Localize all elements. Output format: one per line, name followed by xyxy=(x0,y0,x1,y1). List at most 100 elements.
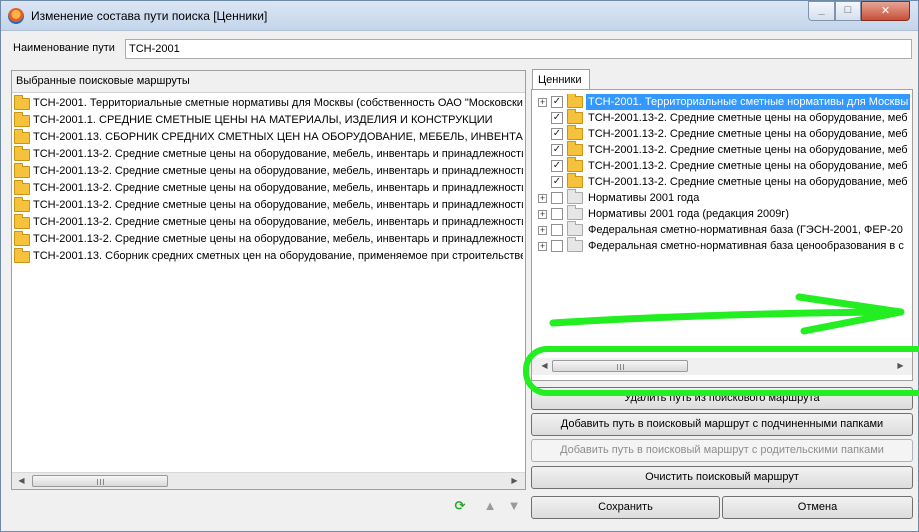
tree-node[interactable]: ✓ ТСН-2001.13-2. Средние сметные цены на … xyxy=(538,109,910,126)
list-item[interactable]: ТСН-2001.13-2. Средние сметные цены на о… xyxy=(14,214,523,231)
list-item[interactable]: ТСН-2001.13-2. Средние сметные цены на о… xyxy=(14,163,523,180)
folder-icon xyxy=(567,141,583,156)
folder-icon xyxy=(567,94,583,108)
refresh-icon[interactable]: ⟳ xyxy=(452,498,468,514)
title-bar[interactable]: Изменение состава пути поиска [Ценники] … xyxy=(1,1,918,31)
tree-node[interactable]: + ✓ ТСН-2001. Территориальные сметные норм… xyxy=(538,94,910,110)
add-path-with-children-button[interactable]: Добавить путь в поисковый маршрут с подч… xyxy=(531,413,913,436)
window-title: Изменение состава пути поиска [Ценники] xyxy=(31,9,268,23)
selected-routes-panel: Выбранные поисковые маршруты ТСН-2001. Т… xyxy=(11,70,526,490)
tree-node-checkbox[interactable]: ✓ xyxy=(551,176,563,188)
tree-node-checkbox[interactable] xyxy=(551,192,563,204)
tree-node-checkbox[interactable]: ✓ xyxy=(551,144,563,156)
save-button[interactable]: Сохранить xyxy=(531,496,720,519)
folder-icon xyxy=(14,112,30,127)
tree-node-label: Федеральная сметно-нормативная база (ГЭС… xyxy=(588,224,903,236)
list-item[interactable]: ТСН-2001.13-2. Средние сметные цены на о… xyxy=(14,231,523,248)
tree-node-checkbox[interactable]: ✓ xyxy=(551,112,563,124)
tree-node-checkbox[interactable] xyxy=(551,240,563,252)
close-button[interactable]: ✕ xyxy=(861,1,910,21)
tab-price-lists[interactable]: Ценники xyxy=(532,69,590,90)
folder-icon xyxy=(14,214,30,229)
list-item[interactable]: ТСН-2001.13. СБОРНИК СРЕДНИХ СМЕТНЫХ ЦЕН… xyxy=(14,129,523,146)
arrow-down-icon[interactable]: ▼ xyxy=(506,498,522,514)
tree-node[interactable]: ✓ ТСН-2001.13-2. Средние сметные цены на … xyxy=(538,141,910,158)
expand-icon[interactable]: + xyxy=(538,193,547,203)
dialog-window: Изменение состава пути поиска [Ценники] … xyxy=(0,0,919,532)
annotation-arrow xyxy=(549,293,905,335)
folder-icon xyxy=(14,248,30,263)
tree-node[interactable]: + Нормативы 2001 года (редакция 2009г) xyxy=(538,205,910,222)
left-scroll-thumb[interactable] xyxy=(32,475,168,487)
list-item-label: ТСН-2001.13-2. Средние сметные цены на о… xyxy=(33,233,523,245)
left-horizontal-scrollbar[interactable]: ◀ ▶ xyxy=(12,472,525,489)
list-item-label: ТСН-2001.1. СРЕДНИЕ СМЕТНЫЕ ЦЕНЫ НА МАТЕ… xyxy=(33,114,493,126)
path-name-input[interactable] xyxy=(125,39,912,59)
tree-node-checkbox[interactable] xyxy=(551,224,563,236)
minimize-icon: _ xyxy=(818,4,825,16)
folder-icon xyxy=(14,231,30,246)
list-item-label: ТСН-2001.13-2. Средние сметные цены на о… xyxy=(33,182,523,194)
arrow-up-icon[interactable]: ▲ xyxy=(482,498,498,514)
tree-node-label: ТСН-2001.13-2. Средние сметные цены на о… xyxy=(588,176,908,188)
folder-icon xyxy=(567,125,583,140)
list-item[interactable]: ТСН-2001.13-2. Средние сметные цены на о… xyxy=(14,180,523,197)
scroll-left-arrow-icon[interactable]: ◀ xyxy=(13,473,30,489)
tree-node[interactable]: ✓ ТСН-2001.13-2. Средние сметные цены на … xyxy=(538,173,910,190)
list-item-label: ТСН-2001.13-2. Средние сметные цены на о… xyxy=(33,216,523,228)
list-item[interactable]: ТСН-2001.13. Сборник средних сметных цен… xyxy=(14,248,523,265)
tree-node[interactable]: ✓ ТСН-2001.13-2. Средние сметные цены на … xyxy=(538,157,910,174)
tree-node-label: Федеральная сметно-нормативная база цено… xyxy=(588,240,904,252)
maximize-button[interactable]: □ xyxy=(835,1,861,21)
list-item[interactable]: ТСН-2001.13-2. Средние сметные цены на о… xyxy=(14,146,523,163)
tree-node-label: Нормативы 2001 года xyxy=(588,192,700,204)
clear-route-button[interactable]: Очистить поисковый маршрут xyxy=(531,466,913,489)
folder-icon xyxy=(14,197,30,212)
list-item-label: ТСН-2001.13-2. Средние сметные цены на о… xyxy=(33,199,523,211)
minimize-button[interactable]: _ xyxy=(808,1,835,21)
annotation-highlight xyxy=(523,346,919,396)
folder-icon xyxy=(567,237,583,252)
list-item[interactable]: ТСН-2001.1. СРЕДНИЕ СМЕТНЫЕ ЦЕНЫ НА МАТЕ… xyxy=(14,112,523,129)
tree-node-checkbox[interactable]: ✓ xyxy=(551,128,563,140)
list-item[interactable]: ТСН-2001. Территориальные сметные нормат… xyxy=(14,95,523,112)
tree-node-label: ТСН-2001.13-2. Средние сметные цены на о… xyxy=(588,144,908,156)
folder-icon xyxy=(567,189,583,204)
expand-icon[interactable]: + xyxy=(538,241,547,251)
tree-node-checkbox[interactable] xyxy=(551,208,563,220)
folder-icon xyxy=(14,95,30,110)
list-item-label: ТСН-2001.13-2. Средние сметные цены на о… xyxy=(33,165,523,177)
expand-icon[interactable]: + xyxy=(538,225,547,235)
list-item-label: ТСН-2001.13-2. Средние сметные цены на о… xyxy=(33,148,523,160)
folder-icon xyxy=(567,173,583,188)
tree-node-label: ТСН-2001. Территориальные сметные нормат… xyxy=(586,94,910,110)
scroll-right-arrow-icon[interactable]: ▶ xyxy=(506,473,523,489)
tree-node-checkbox[interactable]: ✓ xyxy=(551,160,563,172)
list-item-label: ТСН-2001. Территориальные сметные нормат… xyxy=(33,97,523,109)
cancel-button[interactable]: Отмена xyxy=(722,496,913,519)
folder-icon xyxy=(14,129,30,144)
folder-icon xyxy=(567,157,583,172)
tree-node-label: ТСН-2001.13-2. Средние сметные цены на о… xyxy=(588,128,908,140)
selected-routes-header: Выбранные поисковые маршруты xyxy=(12,71,525,93)
selected-routes-list[interactable]: ТСН-2001. Территориальные сметные нормат… xyxy=(14,95,523,463)
add-path-with-parents-button[interactable]: Добавить путь в поисковый маршрут с роди… xyxy=(531,439,913,462)
folder-icon xyxy=(14,146,30,161)
tree-node-label: Нормативы 2001 года (редакция 2009г) xyxy=(588,208,789,220)
tree-node-checkbox[interactable]: ✓ xyxy=(551,96,563,108)
maximize-icon: □ xyxy=(844,4,852,16)
expand-icon[interactable]: + xyxy=(538,209,547,219)
tree-node[interactable]: ✓ ТСН-2001.13-2. Средние сметные цены на … xyxy=(538,125,910,142)
app-logo-icon xyxy=(8,8,24,24)
tree-node-label: ТСН-2001.13-2. Средние сметные цены на о… xyxy=(588,112,908,124)
folder-icon xyxy=(567,109,583,124)
tree-node-label: ТСН-2001.13-2. Средние сметные цены на о… xyxy=(588,160,908,172)
tree-node[interactable]: + Федеральная сметно-нормативная база цен… xyxy=(538,237,910,254)
list-item[interactable]: ТСН-2001.13-2. Средние сметные цены на о… xyxy=(14,197,523,214)
tree-node[interactable]: + Нормативы 2001 года xyxy=(538,189,910,206)
list-item-label: ТСН-2001.13. СБОРНИК СРЕДНИХ СМЕТНЫХ ЦЕН… xyxy=(33,131,523,143)
tree-node[interactable]: + Федеральная сметно-нормативная база (ГЭ… xyxy=(538,221,910,238)
folder-icon xyxy=(567,205,583,220)
list-item-label: ТСН-2001.13. Сборник средних сметных цен… xyxy=(33,250,523,262)
expand-icon[interactable]: + xyxy=(538,97,547,107)
